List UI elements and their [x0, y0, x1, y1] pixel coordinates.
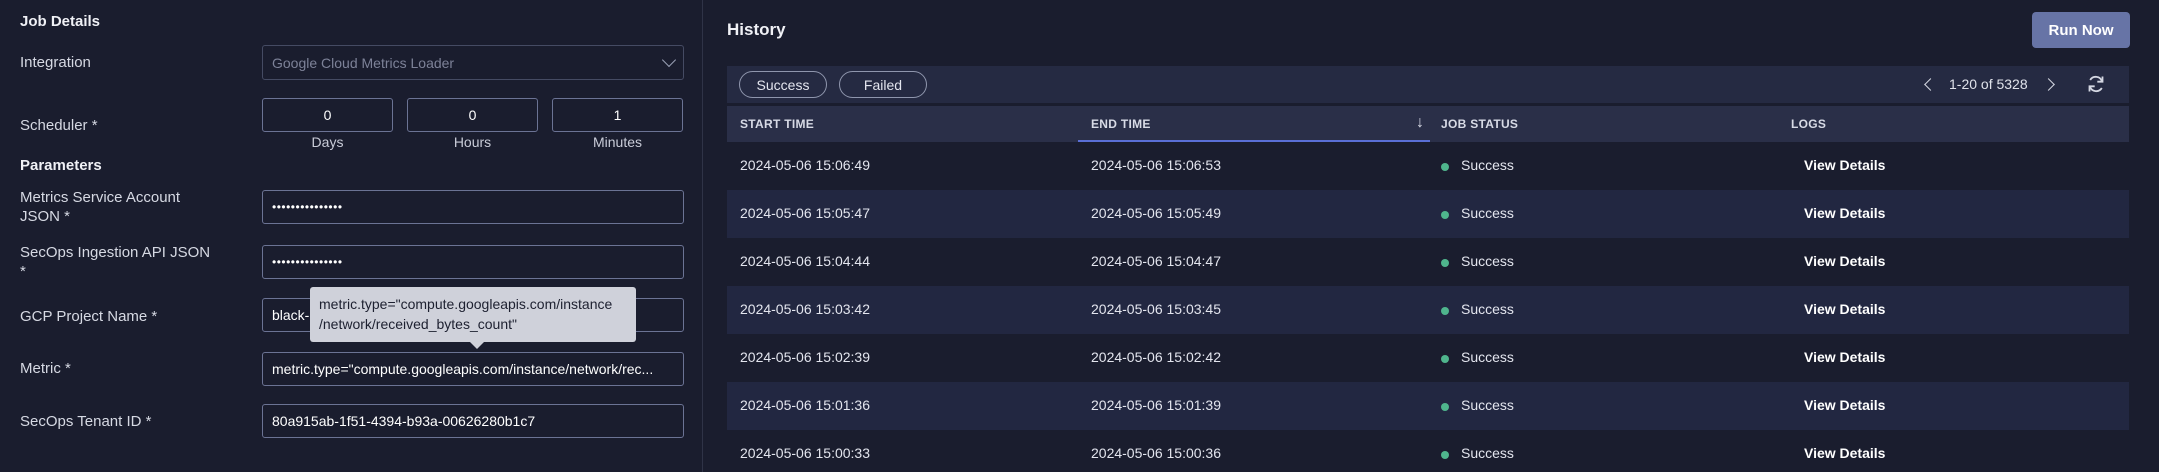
- start-time-cell: 2024-05-06 15:05:47: [740, 205, 870, 221]
- col-logs: LOGS: [1791, 117, 1827, 131]
- success-status-dot-icon: [1441, 211, 1449, 219]
- panel-divider: [702, 0, 703, 472]
- integration-select-value: Google Cloud Metrics Loader: [272, 54, 455, 71]
- success-status-dot-icon: [1441, 355, 1449, 363]
- tenant-id-field[interactable]: 80a915ab-1f51-4394-b93a-00626280b1c7: [262, 404, 684, 438]
- ingestion-api-json-value: •••••••••••••••: [272, 255, 343, 269]
- chevron-right-icon[interactable]: [2042, 78, 2055, 91]
- metrics-sa-label-line2: JSON *: [20, 208, 71, 225]
- end-time-cell: 2024-05-06 15:03:45: [1091, 301, 1221, 317]
- view-details-link[interactable]: View Details: [1804, 205, 1885, 221]
- tenant-id-label: SecOps Tenant ID *: [20, 413, 152, 430]
- filter-success-chip[interactable]: Success: [739, 71, 827, 98]
- success-status-dot-icon: [1441, 403, 1449, 411]
- success-status-dot-icon: [1441, 163, 1449, 171]
- start-time-cell: 2024-05-06 15:06:49: [740, 157, 870, 173]
- job-status-cell: Success: [1461, 349, 1514, 365]
- metric-value: metric.type="compute.googleapis.com/inst…: [272, 361, 654, 377]
- history-table-header: START TIME END TIME ↓ JOB STATUS LOGS: [727, 106, 2129, 142]
- table-row: 2024-05-06 15:06:49 2024-05-06 15:06:53 …: [727, 142, 2129, 190]
- table-row: 2024-05-06 15:04:44 2024-05-06 15:04:47 …: [727, 238, 2129, 286]
- start-time-cell: 2024-05-06 15:02:39: [740, 349, 870, 365]
- scheduler-minutes-input[interactable]: 1: [552, 98, 683, 132]
- refresh-icon[interactable]: [2086, 74, 2106, 94]
- success-status-dot-icon: [1441, 307, 1449, 315]
- view-details-link[interactable]: View Details: [1804, 157, 1885, 173]
- job-status-cell: Success: [1461, 157, 1514, 173]
- start-time-cell: 2024-05-06 15:00:33: [740, 445, 870, 461]
- tooltip-line1: metric.type="compute.googleapis.com/inst…: [319, 296, 613, 312]
- end-time-cell: 2024-05-06 15:04:47: [1091, 253, 1221, 269]
- view-details-link[interactable]: View Details: [1804, 349, 1885, 365]
- pager-range: 1-20 of 5328: [1949, 76, 2028, 92]
- start-time-cell: 2024-05-06 15:01:36: [740, 397, 870, 413]
- chevron-left-icon[interactable]: [1924, 78, 1937, 91]
- view-details-link[interactable]: View Details: [1804, 253, 1885, 269]
- integration-select[interactable]: Google Cloud Metrics Loader: [262, 45, 684, 80]
- end-time-cell: 2024-05-06 15:06:53: [1091, 157, 1221, 173]
- table-row: 2024-05-06 15:02:39 2024-05-06 15:02:42 …: [727, 334, 2129, 382]
- sort-down-arrow-icon[interactable]: ↓: [1416, 114, 1424, 132]
- success-status-dot-icon: [1441, 259, 1449, 267]
- job-status-cell: Success: [1461, 301, 1514, 317]
- job-status-cell: Success: [1461, 397, 1514, 413]
- scheduler-label: Scheduler *: [20, 117, 98, 134]
- start-time-cell: 2024-05-06 15:04:44: [740, 253, 870, 269]
- job-status-cell: Success: [1461, 253, 1514, 269]
- metrics-sa-label: Metrics Service Account JSON *: [20, 188, 180, 226]
- col-start-time[interactable]: START TIME: [740, 117, 814, 131]
- gcp-project-label: GCP Project Name *: [20, 308, 158, 325]
- col-end-time[interactable]: END TIME: [1091, 117, 1151, 131]
- col-job-status[interactable]: JOB STATUS: [1441, 117, 1518, 131]
- metrics-sa-json-field[interactable]: •••••••••••••••: [262, 190, 684, 224]
- start-time-cell: 2024-05-06 15:03:42: [740, 301, 870, 317]
- metric-tooltip: metric.type="compute.googleapis.com/inst…: [310, 287, 636, 349]
- scheduler-minutes-label: Minutes: [592, 134, 643, 150]
- end-time-cell: 2024-05-06 15:00:36: [1091, 445, 1221, 461]
- success-status-dot-icon: [1441, 451, 1449, 459]
- ingestion-label-line1: SecOps Ingestion API JSON: [20, 244, 211, 261]
- view-details-link[interactable]: View Details: [1804, 301, 1885, 317]
- view-details-link[interactable]: View Details: [1804, 445, 1885, 461]
- history-title: History: [727, 20, 786, 39]
- metrics-sa-json-value: •••••••••••••••: [272, 200, 343, 214]
- job-details-panel: Job Details Integration Google Cloud Met…: [0, 0, 702, 472]
- table-row: 2024-05-06 15:03:42 2024-05-06 15:03:45 …: [727, 286, 2129, 334]
- parameters-title: Parameters: [20, 157, 102, 174]
- metric-field[interactable]: metric.type="compute.googleapis.com/inst…: [262, 352, 684, 386]
- table-row: 2024-05-06 15:01:36 2024-05-06 15:01:39 …: [727, 382, 2129, 430]
- integration-label: Integration: [20, 54, 91, 71]
- tenant-id-value: 80a915ab-1f51-4394-b93a-00626280b1c7: [272, 413, 536, 429]
- ingestion-label-line2: *: [20, 263, 26, 280]
- scheduler-days-input[interactable]: 0: [262, 98, 393, 132]
- history-toolbar: Success Failed 1-20 of 5328: [727, 66, 2129, 103]
- tooltip-line2: /network/received_bytes_count": [319, 316, 517, 332]
- scheduler-hours-input[interactable]: 0: [407, 98, 538, 132]
- run-now-button[interactable]: Run Now: [2032, 12, 2130, 48]
- table-row: 2024-05-06 15:05:47 2024-05-06 15:05:49 …: [727, 190, 2129, 238]
- end-time-cell: 2024-05-06 15:02:42: [1091, 349, 1221, 365]
- metric-label: Metric *: [20, 360, 71, 377]
- metrics-sa-label-line1: Metrics Service Account: [20, 189, 181, 206]
- scheduler-days-label: Days: [311, 134, 344, 150]
- end-time-cell: 2024-05-06 15:05:49: [1091, 205, 1221, 221]
- scheduler-hours-label: Hours: [453, 134, 492, 150]
- end-time-cell: 2024-05-06 15:01:39: [1091, 397, 1221, 413]
- ingestion-label: SecOps Ingestion API JSON *: [20, 243, 210, 281]
- chevron-down-icon: [661, 52, 677, 68]
- filter-failed-chip[interactable]: Failed: [839, 71, 927, 98]
- job-status-cell: Success: [1461, 205, 1514, 221]
- ingestion-api-json-field[interactable]: •••••••••••••••: [262, 245, 684, 279]
- job-details-title: Job Details: [20, 13, 101, 30]
- table-row: 2024-05-06 15:00:33 2024-05-06 15:00:36 …: [727, 430, 2129, 472]
- job-status-cell: Success: [1461, 445, 1514, 461]
- view-details-link[interactable]: View Details: [1804, 397, 1885, 413]
- gcp-project-value: black-: [272, 307, 310, 323]
